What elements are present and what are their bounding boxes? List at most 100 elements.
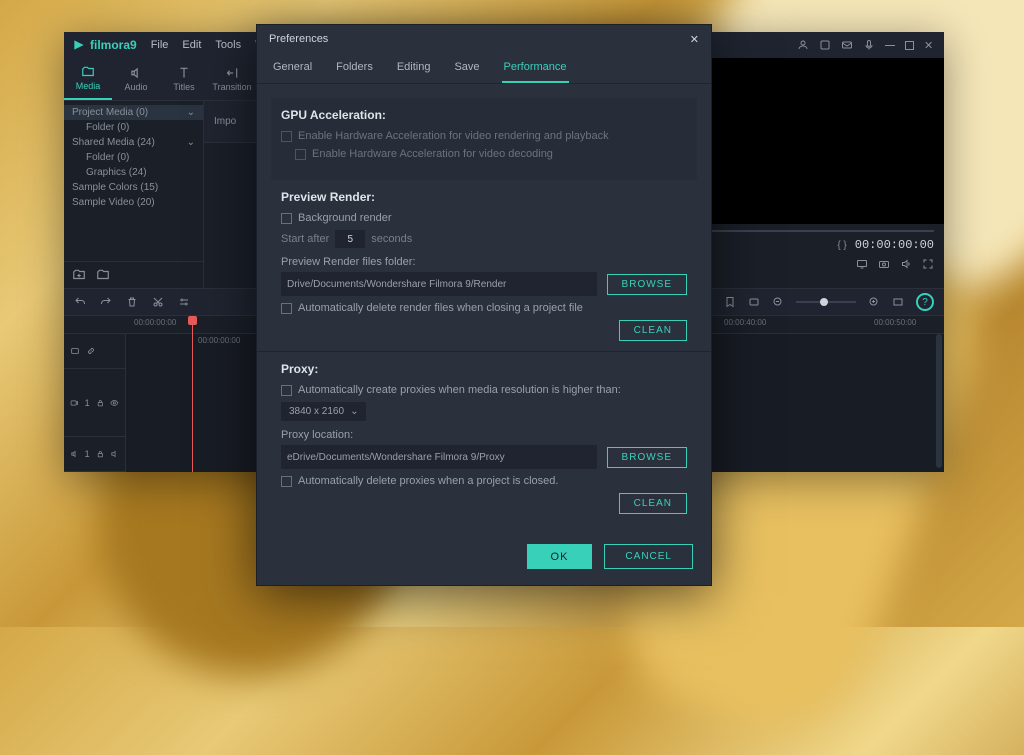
share-icon[interactable] — [819, 39, 831, 51]
playhead[interactable] — [192, 316, 193, 472]
tree-sample-video[interactable]: Sample Video (20) — [64, 195, 203, 210]
lock-icon[interactable] — [96, 449, 105, 459]
checkbox-icon[interactable] — [281, 131, 292, 142]
checkbox-icon[interactable] — [281, 385, 292, 396]
mic-icon[interactable] — [863, 39, 875, 51]
auto-delete-proxy-label: Automatically delete proxies when a proj… — [298, 475, 558, 487]
bg-render-row[interactable]: Background render — [281, 212, 687, 224]
checkbox-icon[interactable] — [281, 303, 292, 314]
tree-item-label: Folder (0) — [86, 122, 129, 133]
menu-file[interactable]: File — [151, 39, 169, 51]
tab-media-label: Media — [76, 81, 101, 91]
proxy-resolution-select[interactable]: 3840 x 2160 ⌄ — [281, 402, 366, 421]
checkbox-icon[interactable] — [281, 476, 292, 487]
tree-item-label: Shared Media (24) — [72, 137, 155, 148]
media-tree: Project Media (0) ⌄ Folder (0) Shared Me… — [64, 101, 203, 261]
track-number: 1 — [85, 449, 90, 459]
delete-icon[interactable] — [126, 296, 138, 308]
marker-icon[interactable] — [724, 296, 736, 308]
fullscreen-icon[interactable] — [922, 258, 934, 270]
gpu-decode-checkbox-row[interactable]: Enable Hardware Acceleration for video d… — [281, 148, 687, 160]
tab-media[interactable]: Media — [64, 58, 112, 100]
mail-icon[interactable] — [841, 39, 853, 51]
tree-graphics[interactable]: Graphics (24) — [64, 165, 203, 180]
close-icon[interactable]: ✕ — [690, 33, 699, 46]
close-icon[interactable]: ✕ — [924, 39, 936, 51]
tab-transition-label: Transition — [212, 82, 251, 92]
tree-sample-colors[interactable]: Sample Colors (15) — [64, 180, 203, 195]
screen-icon[interactable] — [856, 258, 868, 270]
speaker-icon[interactable] — [110, 449, 119, 459]
tab-performance[interactable]: Performance — [502, 53, 569, 83]
clean-render-button[interactable]: CLEAN — [619, 320, 687, 341]
track-link[interactable] — [64, 334, 125, 369]
window-controls: ✕ — [797, 39, 936, 51]
tab-general[interactable]: General — [271, 53, 314, 83]
tree-item-label: Sample Colors (15) — [72, 182, 158, 193]
tree-footer — [64, 261, 203, 288]
tab-titles[interactable]: Titles — [160, 58, 208, 100]
dialog-title: Preferences — [269, 33, 328, 45]
proxy-resolution-value: 3840 x 2160 — [289, 406, 344, 417]
cut-icon[interactable] — [152, 296, 164, 308]
start-after-input[interactable] — [335, 230, 365, 248]
help-button[interactable]: ? — [916, 293, 934, 311]
render-folder-input[interactable] — [281, 272, 597, 296]
checkbox-icon[interactable] — [281, 213, 292, 224]
tab-save[interactable]: Save — [452, 53, 481, 83]
folder-icon[interactable] — [96, 268, 110, 282]
chevron-down-icon: ⌄ — [187, 137, 195, 148]
preview-viewport — [675, 58, 944, 224]
zoom-slider[interactable] — [796, 301, 856, 303]
tree-project-media[interactable]: Project Media (0) ⌄ — [64, 105, 203, 120]
zoom-out-icon[interactable] — [772, 296, 784, 308]
preview-scrubber[interactable] — [685, 230, 934, 232]
adjust-icon[interactable] — [178, 296, 190, 308]
lock-icon[interactable] — [96, 398, 105, 408]
browse-render-button[interactable]: BROWSE — [607, 274, 687, 295]
ok-button[interactable]: OK — [527, 544, 593, 569]
ruler-mark: 00:00:00:00 — [134, 318, 176, 327]
tree-folder[interactable]: Folder (0) — [64, 120, 203, 135]
proxy-location-input[interactable] — [281, 445, 597, 469]
preview-timecode: 00:00:00:00 — [855, 238, 934, 252]
audio-track-header[interactable]: 1 — [64, 437, 125, 472]
eye-icon[interactable] — [110, 398, 119, 408]
tree-folder-2[interactable]: Folder (0) — [64, 150, 203, 165]
fit-icon[interactable] — [892, 296, 904, 308]
import-label: Impo — [214, 116, 236, 127]
tab-folders[interactable]: Folders — [334, 53, 375, 83]
new-folder-icon[interactable] — [72, 268, 86, 282]
tree-shared-media[interactable]: Shared Media (24) ⌄ — [64, 135, 203, 150]
minimize-icon[interactable] — [885, 45, 895, 46]
volume-icon[interactable] — [900, 258, 912, 270]
tab-audio[interactable]: Audio — [112, 58, 160, 100]
tab-editing[interactable]: Editing — [395, 53, 433, 83]
menu-tools[interactable]: Tools — [215, 39, 241, 51]
record-icon[interactable] — [748, 296, 760, 308]
auto-delete-render-row[interactable]: Automatically delete render files when c… — [281, 302, 687, 314]
checkbox-icon[interactable] — [295, 149, 306, 160]
tree-item-label: Graphics (24) — [86, 167, 147, 178]
cancel-button[interactable]: CANCEL — [604, 544, 693, 569]
proxy-resolution-row: 3840 x 2160 ⌄ — [281, 402, 687, 421]
preview-section-title: Preview Render: — [281, 190, 687, 204]
tab-transition[interactable]: Transition — [208, 58, 256, 100]
marker-braces: { } — [837, 240, 846, 251]
undo-icon[interactable] — [74, 296, 86, 308]
app-logo: filmora9 — [72, 38, 137, 52]
maximize-icon[interactable] — [905, 41, 914, 50]
gpu-render-checkbox-row[interactable]: Enable Hardware Acceleration for video r… — [281, 130, 687, 142]
video-track-header[interactable]: 1 — [64, 369, 125, 438]
zoom-in-icon[interactable] — [868, 296, 880, 308]
auto-delete-proxy-row[interactable]: Automatically delete proxies when a proj… — [281, 475, 687, 487]
clean-proxy-button[interactable]: CLEAN — [619, 493, 687, 514]
camera-icon[interactable] — [878, 258, 890, 270]
tab-titles-label: Titles — [173, 82, 194, 92]
menu-edit[interactable]: Edit — [182, 39, 201, 51]
auto-create-proxy-row[interactable]: Automatically create proxies when media … — [281, 384, 687, 396]
timeline-scrollbar[interactable] — [936, 334, 942, 468]
redo-icon[interactable] — [100, 296, 112, 308]
user-icon[interactable] — [797, 39, 809, 51]
browse-proxy-button[interactable]: BROWSE — [607, 447, 687, 468]
